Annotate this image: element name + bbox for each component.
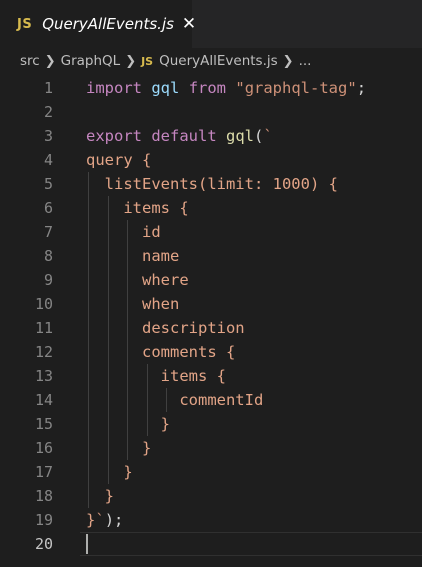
code-text: listEvents(limit: 1000) {: [86, 175, 338, 193]
code-line[interactable]: 19 }`);: [0, 508, 422, 532]
code-line[interactable]: 6 items {: [0, 196, 422, 220]
code-line[interactable]: 8 name: [0, 244, 422, 268]
code-line[interactable]: 1 import gql from "graphql-tag";: [0, 76, 422, 100]
line-number: 10: [34, 295, 53, 313]
code-text: when: [86, 295, 180, 313]
code-text: commentId: [86, 391, 264, 409]
code-text: }: [86, 415, 170, 433]
line-number: 19: [34, 511, 53, 529]
code-line[interactable]: 13 items {: [0, 364, 422, 388]
code-line[interactable]: 11 description: [0, 316, 422, 340]
line-number: 11: [34, 319, 53, 337]
code-editor[interactable]: 1 import gql from "graphql-tag"; 2 3 export …: [0, 74, 422, 567]
code-text: comments {: [86, 343, 236, 361]
code-text: description: [86, 319, 245, 337]
code-text: items {: [86, 367, 226, 385]
code-text: items {: [86, 199, 189, 217]
code-line[interactable]: 9 where: [0, 268, 422, 292]
line-number: 7: [43, 223, 53, 241]
breadcrumb-symbols[interactable]: ...: [299, 53, 312, 69]
code-line[interactable]: 18 }: [0, 484, 422, 508]
code-line[interactable]: 2: [0, 100, 422, 124]
code-line[interactable]: 4 query {: [0, 148, 422, 172]
line-number: 18: [34, 487, 53, 505]
code-line[interactable]: 12 comments {: [0, 340, 422, 364]
code-text: import gql from "graphql-tag";: [86, 79, 367, 97]
code-line[interactable]: 5 listEvents(limit: 1000) {: [0, 172, 422, 196]
code-text: }`);: [86, 511, 124, 529]
line-number: 12: [34, 343, 53, 361]
code-line[interactable]: 16 }: [0, 436, 422, 460]
line-number: 17: [34, 463, 53, 481]
js-file-icon: JS: [141, 54, 154, 68]
breadcrumb-graphql[interactable]: GraphQL: [61, 53, 121, 69]
code-line[interactable]: 20: [0, 532, 422, 556]
breadcrumb: src ❯ GraphQL ❯ JS QueryAllEvents.js ❯ .…: [0, 48, 422, 74]
code-text: }: [86, 439, 152, 457]
code-line[interactable]: 14 commentId: [0, 388, 422, 412]
line-number: 5: [43, 175, 53, 193]
line-number: 4: [43, 151, 53, 169]
line-number: 16: [34, 439, 53, 457]
line-number: 3: [43, 127, 53, 145]
js-file-icon: JS: [17, 16, 33, 32]
tab-bar: JS QueryAllEvents.js ✕: [0, 0, 422, 48]
line-number: 2: [43, 103, 53, 121]
code-line[interactable]: 3 export default gql(`: [0, 124, 422, 148]
code-text: }: [86, 487, 114, 505]
tab-title: QueryAllEvents.js: [42, 15, 174, 33]
code-line[interactable]: 10 when: [0, 292, 422, 316]
line-number: 1: [43, 79, 53, 97]
code-line[interactable]: 7 id: [0, 220, 422, 244]
line-number: 15: [34, 415, 53, 433]
code-text: where: [86, 271, 189, 289]
code-text: id: [86, 223, 161, 241]
line-number: 20: [34, 535, 53, 553]
code-line[interactable]: 17 }: [0, 460, 422, 484]
breadcrumb-src[interactable]: src: [20, 53, 40, 69]
chevron-right-icon: ❯: [44, 53, 56, 69]
code-text: }: [86, 463, 133, 481]
tab-query-all-events[interactable]: JS QueryAllEvents.js ✕: [0, 0, 196, 48]
chevron-right-icon: ❯: [125, 53, 137, 69]
code-text: export default gql(`: [86, 127, 273, 145]
chevron-right-icon: ❯: [282, 53, 294, 69]
editor-window: JS QueryAllEvents.js ✕ src ❯ GraphQL ❯ J…: [0, 0, 422, 567]
line-number: 8: [43, 247, 53, 265]
line-number: 6: [43, 199, 53, 217]
line-number: 9: [43, 271, 53, 289]
code-text: query {: [86, 151, 152, 169]
code-line[interactable]: 15 }: [0, 412, 422, 436]
line-number: 13: [34, 367, 53, 385]
code-text: name: [86, 247, 180, 265]
breadcrumb-file[interactable]: QueryAllEvents.js: [159, 53, 278, 69]
line-number: 14: [34, 391, 53, 409]
close-icon[interactable]: ✕: [182, 15, 196, 33]
